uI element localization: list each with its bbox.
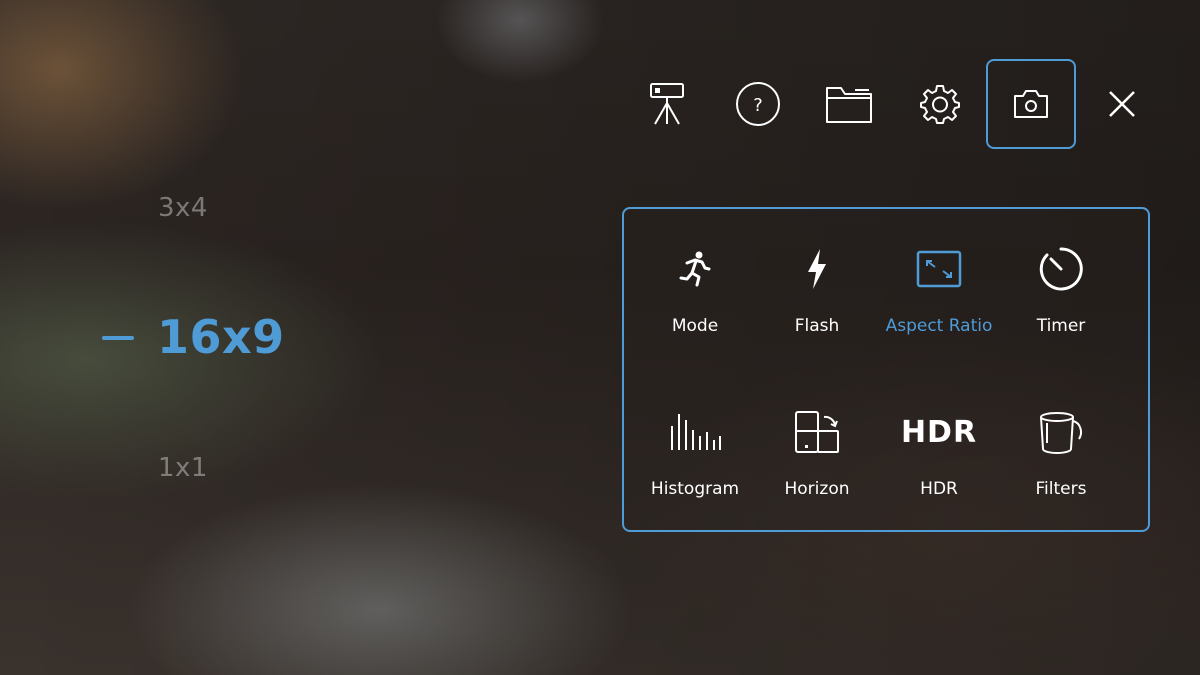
tile-filters-label: Filters (1035, 479, 1087, 499)
aspect-ratio-icon (916, 250, 962, 288)
help-button[interactable]: ? (713, 59, 803, 149)
tile-histogram[interactable]: Histogram (634, 402, 756, 499)
histogram-icon (671, 414, 721, 450)
timer-icon (1039, 247, 1083, 291)
running-person-icon (679, 251, 711, 287)
horizon-icon (795, 411, 839, 453)
lightning-icon (808, 249, 826, 289)
tile-mode-label: Mode (671, 316, 719, 336)
tile-filters[interactable]: Filters (1000, 402, 1122, 499)
tile-aspect-ratio[interactable]: Aspect Ratio (878, 239, 1000, 336)
tile-horizon-label: Horizon (784, 479, 850, 499)
paint-bucket-icon (1040, 412, 1082, 454)
tile-horizon[interactable]: Horizon (756, 402, 878, 499)
tile-histogram-label: Histogram (650, 479, 740, 499)
ratio-option-16x9-selected[interactable]: 16x9 (157, 310, 285, 364)
tile-timer-label: Timer (1036, 316, 1086, 336)
tile-flash[interactable]: Flash (756, 239, 878, 336)
ratio-option-1x1[interactable]: 1x1 (158, 453, 208, 483)
folder-icon (826, 87, 872, 123)
camera-settings-panel: Mode Flash Aspect Ratio Timer Histogram … (622, 207, 1150, 532)
tile-flash-label: Flash (794, 316, 840, 336)
tile-timer[interactable]: Timer (1000, 239, 1122, 336)
close-button[interactable] (1077, 59, 1167, 149)
tile-aspect-ratio-label: Aspect Ratio (885, 316, 993, 336)
svg-text:?: ? (753, 95, 763, 116)
folder-button[interactable] (804, 59, 894, 149)
ratio-selection-indicator (102, 336, 134, 340)
tripod-icon (650, 83, 684, 125)
camera-settings-button[interactable] (986, 59, 1076, 149)
gear-icon (920, 85, 960, 124)
tile-mode[interactable]: Mode (634, 239, 756, 336)
camera-icon (1014, 90, 1048, 118)
settings-button[interactable] (895, 59, 985, 149)
close-icon (1109, 91, 1135, 117)
ratio-option-3x4[interactable]: 3x4 (158, 193, 208, 223)
tripod-button[interactable] (622, 59, 712, 149)
tile-hdr-label: HDR (920, 479, 958, 499)
help-icon: ? (736, 82, 780, 126)
tile-hdr[interactable]: HDR HDR (878, 402, 1000, 500)
hdr-icon: HDR (900, 414, 978, 450)
